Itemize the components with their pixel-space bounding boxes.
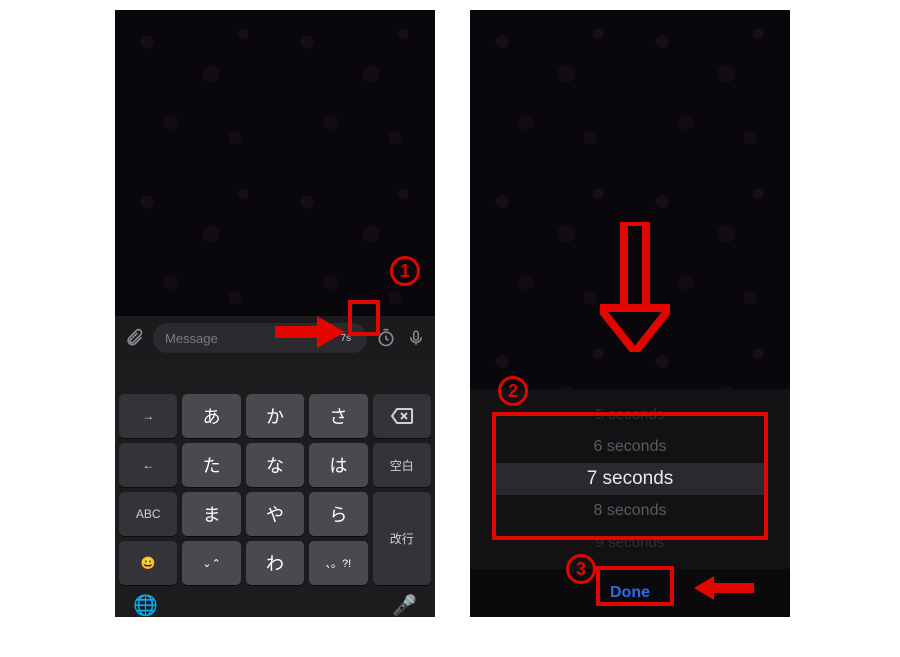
picker-option[interactable]: 8 seconds [492, 495, 768, 527]
message-input[interactable]: Message 7s [153, 323, 367, 353]
picker-option-selected[interactable]: 7 seconds [492, 463, 768, 495]
picker-wheel[interactable]: 5 seconds 6 seconds 7 seconds 8 seconds … [492, 399, 768, 559]
key-na[interactable]: な [246, 443, 304, 487]
mic-icon[interactable] [405, 327, 427, 349]
key-ra[interactable]: ら [309, 492, 367, 536]
key-punct[interactable]: 、。?! [309, 541, 367, 585]
key-space[interactable]: 空白 [373, 443, 431, 487]
globe-icon[interactable]: 🌐 [133, 593, 158, 617]
attach-icon[interactable] [123, 327, 145, 349]
keyboard-grid: → あ か さ ← た な は 空白 ABC ま や ら 改行 😀 ⌄⌃ わ [119, 394, 431, 585]
phone-right: 5 seconds 6 seconds 7 seconds 8 seconds … [470, 10, 790, 617]
key-sa[interactable]: さ [309, 394, 367, 438]
key-ha[interactable]: は [309, 443, 367, 487]
key-return[interactable]: 改行 [373, 492, 431, 585]
keyboard-bottom-row: 🌐 🎤 [119, 585, 431, 617]
picker-option[interactable]: 6 seconds [492, 431, 768, 463]
done-button[interactable]: Done [610, 584, 650, 602]
message-placeholder: Message [165, 331, 336, 346]
key-wa[interactable]: わ [246, 541, 304, 585]
key-small[interactable]: ⌄⌃ [182, 541, 240, 585]
timer-icon[interactable] [375, 327, 397, 349]
timer-badge[interactable]: 7s [336, 333, 355, 344]
duration-picker: 5 seconds 6 seconds 7 seconds 8 seconds … [470, 389, 790, 569]
key-arrow-right[interactable]: → [119, 394, 177, 438]
key-backspace-icon[interactable] [373, 394, 431, 438]
picker-toolbar: Done [470, 569, 790, 617]
key-ta[interactable]: た [182, 443, 240, 487]
message-input-row: Message 7s [115, 316, 435, 360]
key-ka[interactable]: か [246, 394, 304, 438]
key-arrow-left[interactable]: ← [119, 443, 177, 487]
key-ya[interactable]: や [246, 492, 304, 536]
picker-option[interactable]: 9 seconds [492, 527, 768, 559]
keyboard: → あ か さ ← た な は 空白 ABC ま や ら 改行 😀 ⌄⌃ わ [115, 360, 435, 617]
picker-option[interactable]: 5 seconds [492, 399, 768, 431]
key-a[interactable]: あ [182, 394, 240, 438]
key-emoji[interactable]: 😀 [119, 541, 177, 585]
key-abc[interactable]: ABC [119, 492, 177, 536]
dictation-mic-icon[interactable]: 🎤 [392, 593, 417, 617]
phone-left: Message 7s → あ か さ [115, 10, 435, 617]
key-ma[interactable]: ま [182, 492, 240, 536]
